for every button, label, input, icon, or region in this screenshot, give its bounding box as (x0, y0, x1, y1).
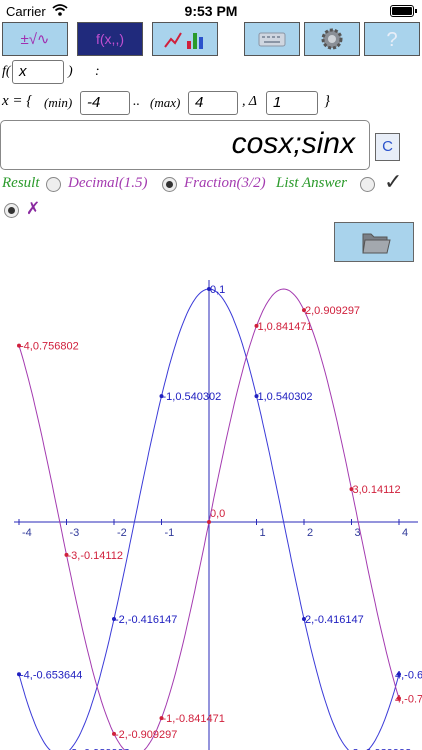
function-graph[interactable]: -4-3-2-10,01234-4,-0.653644-3,-0.989992-… (0, 270, 422, 750)
variable-input[interactable]: x (12, 60, 64, 84)
sinx-point-label: 3,0.14112 (353, 484, 401, 496)
x-tick-label: -3 (70, 527, 80, 539)
function-prefix: f( (2, 64, 11, 79)
sinx-point-label: 4,-0.756802 (395, 693, 422, 705)
cosx-point-label: -2,-0.416147 (115, 614, 177, 626)
min-label: (min) (44, 95, 73, 110)
delta-label: , Δ (242, 94, 257, 109)
sinx-point-label: 2,0.909297 (305, 305, 360, 317)
x-tick-label: 1 (260, 527, 266, 539)
delta-input[interactable]: 1 (266, 91, 318, 115)
settings-button[interactable] (304, 22, 360, 56)
keyboard-icon (258, 32, 286, 47)
x-tick-label: 4 (402, 527, 408, 539)
sinx-point-label: 1,0.841471 (258, 321, 313, 333)
cosx-point-label: 0,1 (210, 284, 225, 296)
folder-icon (362, 233, 391, 254)
cosx-point-label: 2,-0.416147 (305, 614, 364, 626)
x-tick-label: 2 (307, 527, 313, 539)
fraction-label: Fraction(3/2) (184, 175, 266, 191)
keyboard-button[interactable] (244, 22, 300, 56)
result-radio[interactable] (46, 177, 61, 192)
expression-text: cosx;sinx (231, 127, 355, 160)
x-tick-label: -1 (165, 527, 175, 539)
decimal-radio[interactable] (162, 177, 177, 192)
svg-text:?: ? (386, 29, 397, 51)
max-label: (max) (150, 95, 181, 110)
sinx-point-label: -2,-0.909297 (115, 729, 177, 741)
function-suffix: ) (68, 64, 73, 79)
x-tick-label: 0,0 (210, 508, 225, 520)
open-file-button[interactable] (334, 222, 414, 262)
list-answer-radio[interactable] (360, 177, 375, 192)
sinx-point-label: -1,-0.841471 (163, 713, 225, 725)
range-dots: .. (133, 94, 140, 109)
chart-icon (164, 32, 203, 49)
x-tick-label: -4 (22, 527, 32, 539)
sinx-point-label: -3,-0.14112 (68, 550, 123, 562)
help-button[interactable]: ? (364, 22, 420, 56)
sinx-point (207, 520, 211, 524)
cosx-point-label: 1,0.540302 (258, 391, 313, 403)
math-symbols-button[interactable]: ±√∿ (2, 22, 68, 56)
chart-button[interactable] (152, 22, 218, 56)
function-button[interactable]: f(x,,) (77, 22, 143, 56)
x-range-label: x = { (2, 93, 33, 109)
function-label: f(x,,) (96, 31, 124, 47)
function-colon: : (95, 64, 100, 79)
status-bar: Carrier 9:53 PM (0, 0, 422, 22)
result-label: Result (2, 175, 40, 191)
cosx-point-label: 4,-0.653644 (395, 669, 422, 681)
check-icon[interactable]: ✓ (384, 170, 402, 195)
clear-button[interactable]: C (375, 133, 400, 161)
sinx-point-label: -4,0.756802 (20, 341, 79, 353)
min-input[interactable]: -4 (80, 91, 130, 115)
battery-icon (390, 5, 417, 17)
cosx-point-label: -4,-0.653644 (20, 669, 82, 681)
clock: 9:53 PM (184, 3, 238, 19)
list-answer-label: List Answer (276, 175, 347, 191)
math-symbols-label: ±√∿ (20, 31, 50, 48)
x-tick-label: -2 (117, 527, 127, 539)
question-icon: ? (386, 29, 397, 51)
max-input[interactable]: 4 (188, 91, 238, 115)
decimal-label: Decimal(1.5) (68, 175, 148, 191)
gear-icon (321, 28, 343, 50)
cross-radio[interactable] (4, 203, 19, 218)
cross-icon[interactable]: ✗ (26, 199, 40, 219)
cosx-point-label: -1,0.540302 (163, 391, 222, 403)
expression-input[interactable]: cosx;sinx (0, 120, 370, 170)
range-close: } (324, 93, 330, 109)
